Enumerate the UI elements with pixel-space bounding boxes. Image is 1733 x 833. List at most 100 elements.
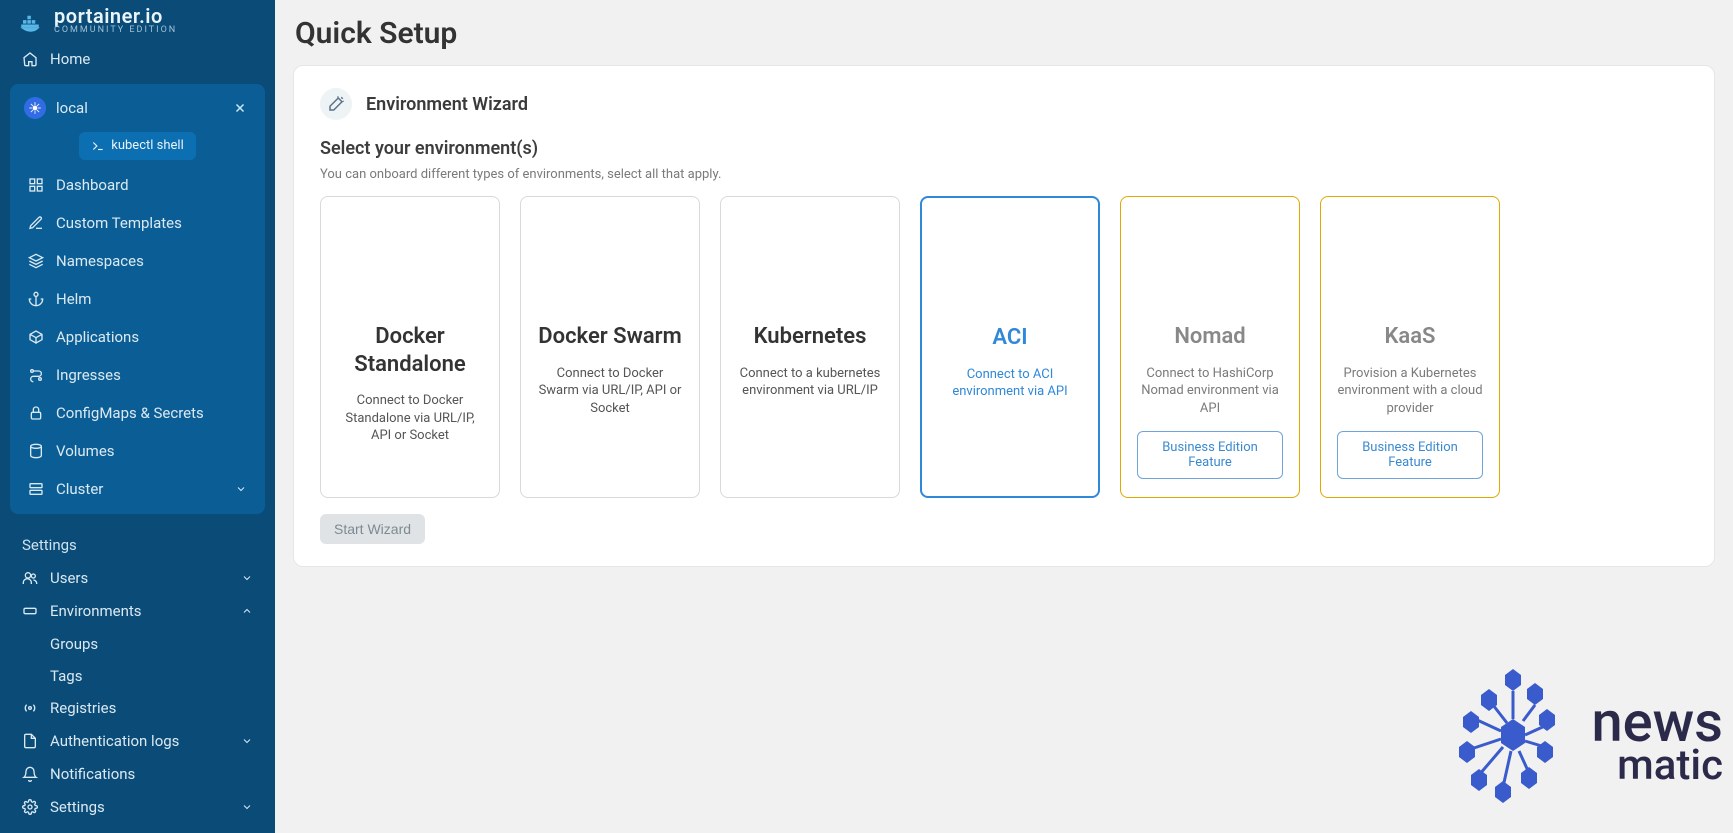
- card-desc: Connect to Docker Standalone via URL/IP,…: [337, 392, 483, 445]
- watermark-logo: news matic: [1453, 661, 1723, 821]
- env-card-docker-standalone[interactable]: Docker Standalone Connect to Docker Stan…: [320, 196, 500, 498]
- be-badge: Business Edition Feature: [1137, 431, 1283, 479]
- wizard-panel: Environment Wizard Select your environme…: [293, 65, 1715, 567]
- chevron-up-icon: [241, 605, 253, 617]
- settings-section-title: Settings: [10, 518, 265, 562]
- sidebar-item-label: Cluster: [56, 480, 103, 498]
- main-content: Quick Setup Environment Wizard Select yo…: [275, 0, 1733, 833]
- env-name: local: [56, 99, 88, 117]
- card-desc: Connect to a kubernetes environment via …: [737, 365, 883, 400]
- lock-icon: [28, 405, 44, 421]
- sidebar-item-authentication-logs[interactable]: Authentication logs: [10, 724, 265, 757]
- environments-submenu: Groups Tags: [10, 628, 265, 692]
- server-icon: [28, 481, 44, 497]
- sidebar-item-label: Dashboard: [56, 176, 129, 194]
- sidebar-item-volumes[interactable]: Volumes: [16, 432, 259, 470]
- brand-name: portainer.io: [54, 6, 177, 26]
- sidebar-item-cluster[interactable]: Cluster: [16, 470, 259, 508]
- chevron-down-icon: [235, 483, 247, 495]
- route-icon: [28, 367, 44, 383]
- sidebar-item-label: ConfigMaps & Secrets: [56, 404, 204, 422]
- sidebar-item-label: Settings: [50, 798, 105, 816]
- portainer-logo-icon: [16, 7, 44, 35]
- sidebar-item-label: Namespaces: [56, 252, 144, 270]
- chevron-down-icon: [241, 572, 253, 584]
- sidebar-item-configmaps-secrets[interactable]: ConfigMaps & Secrets: [16, 394, 259, 432]
- k8s-wheel-icon: [24, 97, 46, 119]
- card-desc: Provision a Kubernetes environment with …: [1337, 365, 1483, 418]
- sidebar-item-namespaces[interactable]: Namespaces: [16, 242, 259, 280]
- terminal-icon: [91, 139, 105, 153]
- grid-icon: [28, 177, 44, 193]
- sidebar-item-label: Users: [50, 569, 88, 587]
- sidebar-item-label: Ingresses: [56, 366, 121, 384]
- env-card-aci[interactable]: ACI Connect to ACI environment via API: [920, 196, 1100, 498]
- broadcast-icon: [22, 700, 38, 716]
- card-title: Kubernetes: [754, 323, 867, 351]
- sidebar-item-home[interactable]: Home: [10, 43, 265, 76]
- sidebar-item-label: Registries: [50, 699, 116, 717]
- anchor-icon: [28, 291, 44, 307]
- card-title: KaaS: [1384, 323, 1435, 351]
- env-card-docker-swarm[interactable]: Docker Swarm Connect to Docker Swarm via…: [520, 196, 700, 498]
- sidebar-item-users[interactable]: Users: [10, 562, 265, 595]
- sidebar-item-label: Applications: [56, 328, 139, 346]
- sidebar-item-custom-templates[interactable]: Custom Templates: [16, 204, 259, 242]
- kubectl-shell-button[interactable]: kubectl shell: [79, 132, 195, 160]
- sidebar-item-registries[interactable]: Registries: [10, 692, 265, 725]
- sidebar-item-settings[interactable]: Settings: [10, 790, 265, 823]
- brand: portainer.io COMMUNITY EDITION: [10, 6, 265, 43]
- watermark-line2: matic: [1591, 747, 1723, 785]
- sidebar-item-label: Custom Templates: [56, 214, 182, 232]
- sidebar-item-label: Volumes: [56, 442, 115, 460]
- select-env-hint: You can onboard different types of envir…: [320, 167, 1688, 182]
- env-block: local kubectl shell Dashboard Custom Tem…: [10, 84, 265, 514]
- sidebar-item-environments[interactable]: Environments: [10, 595, 265, 628]
- edit-icon: [28, 215, 44, 231]
- card-desc: Connect to HashiCorp Nomad environment v…: [1137, 365, 1283, 418]
- sidebar-item-groups[interactable]: Groups: [38, 628, 265, 660]
- sidebar-item-label: Tags: [50, 667, 82, 685]
- wand-icon: [320, 88, 352, 120]
- sidebar-item-dashboard[interactable]: Dashboard: [16, 166, 259, 204]
- layers-icon: [28, 253, 44, 269]
- sidebar: portainer.io COMMUNITY EDITION Home loca…: [0, 0, 275, 833]
- card-desc: Connect to ACI environment via API: [938, 366, 1082, 401]
- sidebar-item-label: Groups: [50, 635, 98, 653]
- env-card-kubernetes[interactable]: Kubernetes Connect to a kubernetes envir…: [720, 196, 900, 498]
- watermark-line1: news: [1591, 697, 1723, 747]
- brand-edition: COMMUNITY EDITION: [54, 26, 177, 35]
- sidebar-item-ingresses[interactable]: Ingresses: [16, 356, 259, 394]
- database-icon: [28, 443, 44, 459]
- file-icon: [22, 733, 38, 749]
- kubectl-label: kubectl shell: [111, 138, 183, 153]
- card-title: Docker Swarm: [538, 323, 681, 351]
- sidebar-item-label: Notifications: [50, 765, 135, 783]
- card-title: ACI: [992, 324, 1027, 352]
- chevron-down-icon: [241, 735, 253, 747]
- sidebar-item-tags[interactable]: Tags: [38, 660, 265, 692]
- sidebar-item-helm[interactable]: Helm: [16, 280, 259, 318]
- wizard-header: Environment Wizard: [320, 88, 1688, 120]
- env-card-nomad[interactable]: Nomad Connect to HashiCorp Nomad environ…: [1120, 196, 1300, 498]
- start-wizard-button[interactable]: Start Wizard: [320, 514, 425, 544]
- globe-hex-icon: [1453, 661, 1573, 821]
- bell-icon: [22, 766, 38, 782]
- card-desc: Connect to Docker Swarm via URL/IP, API …: [537, 365, 683, 418]
- card-title: Nomad: [1174, 323, 1245, 351]
- sidebar-item-notifications[interactable]: Notifications: [10, 757, 265, 790]
- gear-icon: [22, 799, 38, 815]
- env-selector[interactable]: local: [16, 90, 259, 126]
- close-icon[interactable]: [229, 97, 251, 119]
- sidebar-item-label: Authentication logs: [50, 732, 179, 750]
- page-title: Quick Setup: [293, 10, 1715, 65]
- env-cards: Docker Standalone Connect to Docker Stan…: [320, 196, 1688, 498]
- chevron-down-icon: [241, 801, 253, 813]
- cube-icon: [28, 329, 44, 345]
- env-card-kaas[interactable]: KaaS Provision a Kubernetes environment …: [1320, 196, 1500, 498]
- sidebar-item-applications[interactable]: Applications: [16, 318, 259, 356]
- wizard-title: Environment Wizard: [366, 94, 528, 115]
- sidebar-item-label: Helm: [56, 290, 91, 308]
- sidebar-item-label: Environments: [50, 602, 142, 620]
- be-badge: Business Edition Feature: [1337, 431, 1483, 479]
